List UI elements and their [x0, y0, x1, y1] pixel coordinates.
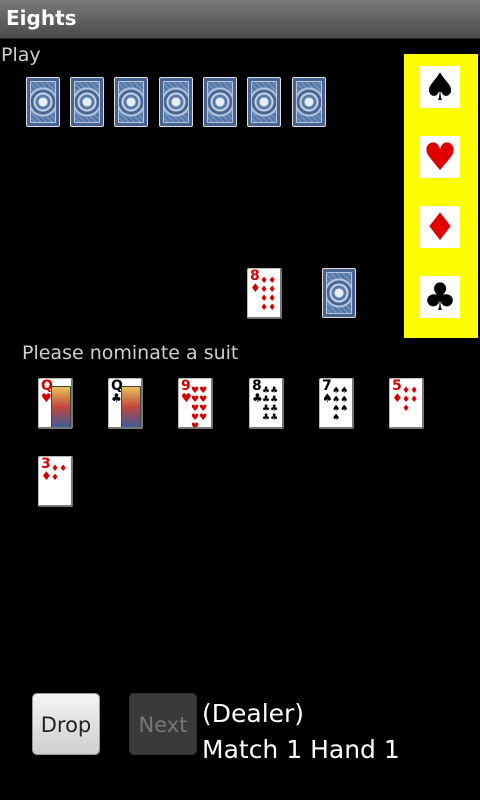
card-pips: ♦♦♦	[51, 464, 68, 483]
card-pips: ♥♥♥♥♥♥♥♥♥	[191, 386, 208, 429]
next-button[interactable]: Next	[129, 693, 197, 755]
court-figure	[51, 386, 71, 427]
diamond-suit-button[interactable]: ♦	[420, 206, 460, 248]
game-status: (Dealer) Match 1 Hand 1	[202, 696, 400, 768]
opponent-card	[203, 77, 237, 127]
heart-suit-button[interactable]: ♥	[420, 136, 460, 178]
suit-picker-panel: ♠ ♥ ♦ ♣	[404, 54, 478, 338]
hand-card[interactable]: 9 ♥ ♥♥♥♥♥♥♥♥♥	[178, 378, 213, 429]
player-role: (Dealer)	[202, 699, 305, 728]
card-pips: ♦♦♦♦♦♦♦♦	[260, 276, 277, 313]
hand-card[interactable]: Q ♥	[38, 378, 73, 429]
drop-button[interactable]: Drop	[32, 693, 100, 755]
opponent-card	[70, 77, 104, 127]
opponent-card	[247, 77, 281, 127]
card-pips: ♦♦♦♦♦	[402, 386, 419, 414]
hand-card[interactable]: 8 ♣ ♣♣♣♣♣♣♣♣	[249, 378, 284, 429]
opponent-card	[26, 77, 60, 127]
play-label: Play	[1, 44, 41, 66]
club-suit-button[interactable]: ♣	[420, 276, 460, 318]
hand-card[interactable]: 3 ♦ ♦♦♦	[38, 456, 73, 507]
discard-pile-card: 8 ♦ ♦♦♦♦♦♦♦♦	[247, 268, 282, 319]
card-pips: ♣♣♣♣♣♣♣♣	[262, 386, 279, 423]
opponent-card	[114, 77, 148, 127]
card-pips: ♠♠♠♠♠♠♠	[332, 386, 349, 423]
opponent-card	[292, 77, 326, 127]
court-figure	[121, 386, 141, 427]
spade-suit-button[interactable]: ♠	[420, 66, 460, 108]
app-title: Eights	[6, 6, 77, 30]
match-hand-info: Match 1 Hand 1	[202, 735, 400, 764]
nominate-suit-prompt: Please nominate a suit	[22, 342, 239, 364]
opponent-card	[159, 77, 193, 127]
hand-card[interactable]: Q ♣	[108, 378, 143, 429]
stock-pile-card[interactable]	[322, 268, 356, 318]
hand-card[interactable]: 7 ♠ ♠♠♠♠♠♠♠	[319, 378, 354, 429]
hand-card[interactable]: 5 ♦ ♦♦♦♦♦	[389, 378, 424, 429]
title-bar: Eights	[0, 0, 480, 39]
